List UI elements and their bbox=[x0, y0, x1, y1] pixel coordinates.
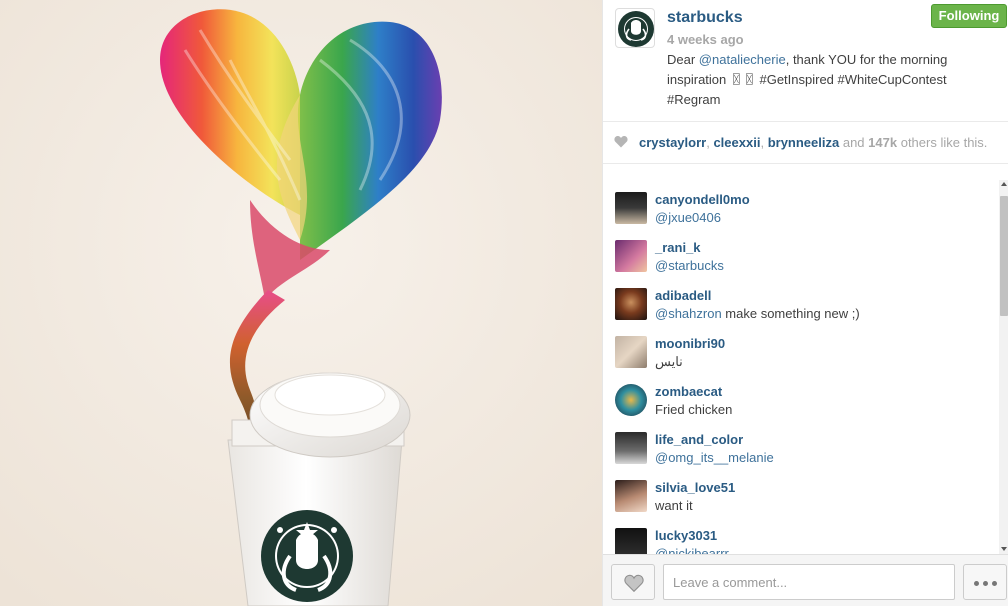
avatar[interactable] bbox=[615, 432, 647, 464]
avatar[interactable] bbox=[615, 384, 647, 416]
list-item: lucky3031 @nickibearrr bbox=[603, 516, 999, 554]
comment-text: want it bbox=[655, 498, 693, 513]
post-photo[interactable] bbox=[0, 0, 602, 606]
likes-count[interactable]: 147k bbox=[868, 135, 897, 150]
comment-mention-link[interactable]: @starbucks bbox=[655, 258, 724, 273]
caption-line2: inspiration 〿〿 #GetInspired #WhiteCupCon… bbox=[667, 72, 947, 87]
post-username[interactable]: starbucks bbox=[667, 9, 743, 27]
comment-text: نايس bbox=[655, 354, 683, 369]
list-item: adibadell @shahzron make something new ;… bbox=[603, 276, 999, 324]
list-item: moonibri90 نايس bbox=[603, 324, 999, 372]
comment-footer bbox=[603, 554, 1008, 606]
comment-text: @jxue0406 bbox=[655, 210, 721, 225]
likes-and: and bbox=[842, 135, 865, 150]
heart-icon bbox=[624, 574, 644, 592]
comment-text: Fried chicken bbox=[655, 402, 733, 417]
comment-mention-link[interactable]: @nickibearrr bbox=[655, 546, 729, 554]
scroll-up-arrow-icon[interactable] bbox=[1001, 182, 1007, 186]
comments-scrollbar[interactable] bbox=[999, 180, 1008, 554]
ellipsis-icon bbox=[974, 581, 979, 586]
avatar[interactable] bbox=[615, 336, 647, 368]
comment-mention-link[interactable]: @shahzron bbox=[655, 306, 722, 321]
comment-text: @omg_its__melanie bbox=[655, 450, 774, 465]
heart-icon bbox=[614, 135, 628, 148]
comment-username[interactable]: silvia_love51 bbox=[655, 480, 735, 495]
avatar[interactable] bbox=[615, 240, 647, 272]
comment-body: make something new ;) bbox=[721, 306, 860, 321]
likes-suffix: others like this. bbox=[900, 135, 988, 150]
like-user-link[interactable]: brynneeliza bbox=[768, 135, 840, 150]
comment-text: @starbucks bbox=[655, 258, 724, 273]
comment-username[interactable]: lucky3031 bbox=[655, 528, 717, 543]
avatar[interactable] bbox=[615, 528, 647, 554]
avatar[interactable] bbox=[615, 8, 655, 48]
caption-mention-link[interactable]: @nataliecherie bbox=[699, 52, 786, 67]
comment-input[interactable] bbox=[663, 564, 955, 600]
ellipsis-icon bbox=[983, 581, 988, 586]
scroll-down-arrow-icon[interactable] bbox=[1001, 547, 1007, 551]
comment-text: @nickibearrr bbox=[655, 546, 729, 554]
following-button[interactable]: Following bbox=[931, 4, 1007, 28]
list-item: _rani_k @starbucks bbox=[603, 228, 999, 276]
likes-summary: crystaylorr, cleexxii, brynneeliza and 1… bbox=[603, 122, 1008, 164]
comment-username[interactable]: _rani_k bbox=[655, 240, 701, 255]
likes-text: crystaylorr, cleexxii, brynneeliza and 1… bbox=[639, 135, 988, 150]
avatar[interactable] bbox=[615, 288, 647, 320]
like-user-link[interactable]: crystaylorr bbox=[639, 135, 706, 150]
more-options-button[interactable] bbox=[963, 564, 1007, 600]
comment-text: @shahzron make something new ;) bbox=[655, 306, 860, 321]
list-item: zombaecat Fried chicken bbox=[603, 372, 999, 420]
scrollbar-thumb[interactable] bbox=[1000, 196, 1008, 316]
comment-username[interactable]: canyondell0mo bbox=[655, 192, 750, 207]
starbucks-siren-logo-icon bbox=[618, 11, 654, 47]
comment-mention-link[interactable]: @jxue0406 bbox=[655, 210, 721, 225]
ellipsis-icon bbox=[992, 581, 997, 586]
caption-prefix: Dear bbox=[667, 52, 699, 67]
list-item: life_and_color @omg_its__melanie bbox=[603, 420, 999, 468]
photo-illustration bbox=[0, 0, 602, 606]
post-timestamp[interactable]: 4 weeks ago bbox=[667, 32, 744, 47]
comment-username[interactable]: moonibri90 bbox=[655, 336, 725, 351]
comment-username[interactable]: zombaecat bbox=[655, 384, 722, 399]
list-item: canyondell0mo @jxue0406 bbox=[603, 180, 999, 228]
list-item: silvia_love51 want it bbox=[603, 468, 999, 516]
comment-username[interactable]: adibadell bbox=[655, 288, 711, 303]
comment-mention-link[interactable]: @omg_its__melanie bbox=[655, 450, 774, 465]
caption-line3: #Regram bbox=[667, 92, 721, 107]
caption-line1-rest: , thank YOU for the morning bbox=[785, 52, 948, 67]
comment-username[interactable]: life_and_color bbox=[655, 432, 743, 447]
post-side-panel: starbucks 4 weeks ago Following Dear @na… bbox=[602, 0, 1008, 606]
avatar[interactable] bbox=[615, 192, 647, 224]
starbucks-logo-icon bbox=[261, 510, 353, 602]
avatar[interactable] bbox=[615, 480, 647, 512]
comments-list[interactable]: canyondell0mo @jxue0406 _rani_k @starbuc… bbox=[603, 180, 999, 554]
like-button[interactable] bbox=[611, 564, 655, 600]
post-header: starbucks 4 weeks ago Following Dear @na… bbox=[603, 0, 1008, 122]
like-user-link[interactable]: cleexxii bbox=[713, 135, 760, 150]
post-caption: Dear @nataliecherie, thank YOU for the m… bbox=[667, 50, 987, 110]
